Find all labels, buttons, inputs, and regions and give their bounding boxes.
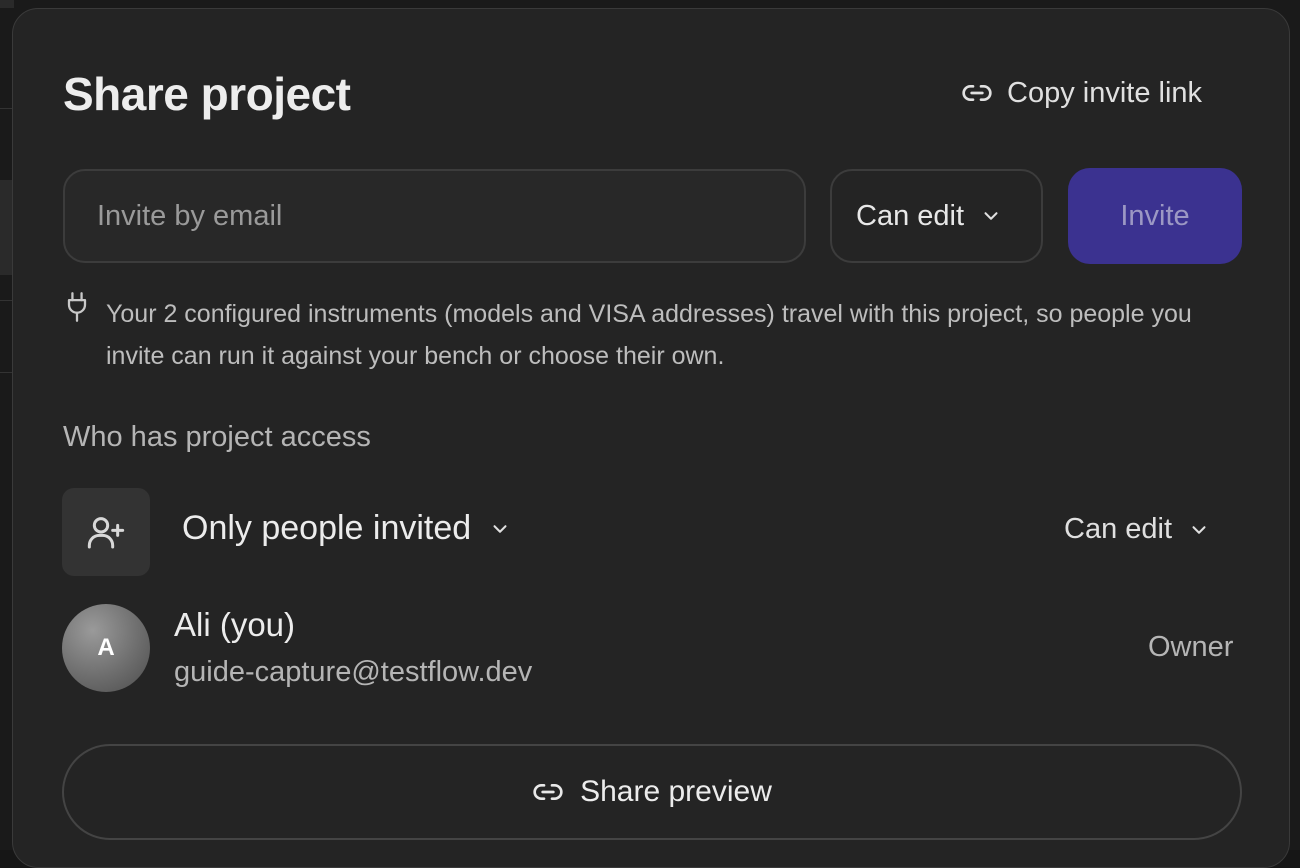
invite-email-input[interactable] xyxy=(63,169,806,263)
share-preview-label: Share preview xyxy=(580,775,772,808)
member-role: Owner xyxy=(1148,631,1234,663)
copy-invite-link-label: Copy invite link xyxy=(1007,76,1203,109)
share-preview-button[interactable]: Share preview xyxy=(62,744,1242,840)
dialog-title: Share project xyxy=(63,68,351,120)
chevron-down-icon xyxy=(493,524,507,533)
access-permission-value: Can edit xyxy=(1064,513,1173,545)
access-mode-dropdown[interactable]: Only people invited xyxy=(182,509,511,548)
access-permission-dropdown[interactable]: Can edit xyxy=(1064,513,1210,546)
user-plus-icon xyxy=(87,517,125,549)
member-email: guide-capture@testflow.dev xyxy=(174,656,533,688)
access-icon-box xyxy=(62,488,150,576)
member-name: Ali (you) xyxy=(174,606,296,643)
avatar: A xyxy=(62,604,150,692)
copy-invite-link-button[interactable]: Copy invite link xyxy=(961,75,1202,111)
access-section-label: Who has project access xyxy=(63,421,371,453)
invite-permission-select[interactable]: Can edit xyxy=(830,169,1043,263)
access-mode-value: Only people invited xyxy=(182,509,472,547)
invite-button[interactable]: Invite xyxy=(1068,168,1242,264)
chevron-down-icon xyxy=(1192,525,1206,534)
share-project-dialog: Share project Copy invite link Can edit … xyxy=(12,8,1290,868)
chevron-down-icon xyxy=(984,212,998,220)
background-fragment xyxy=(0,0,14,8)
plug-icon xyxy=(67,292,87,322)
link-icon xyxy=(533,784,563,800)
instruments-notice-text: Your 2 configured instruments (models an… xyxy=(106,300,1192,370)
invite-permission-value: Can edit xyxy=(856,199,965,232)
link-icon xyxy=(962,85,992,101)
